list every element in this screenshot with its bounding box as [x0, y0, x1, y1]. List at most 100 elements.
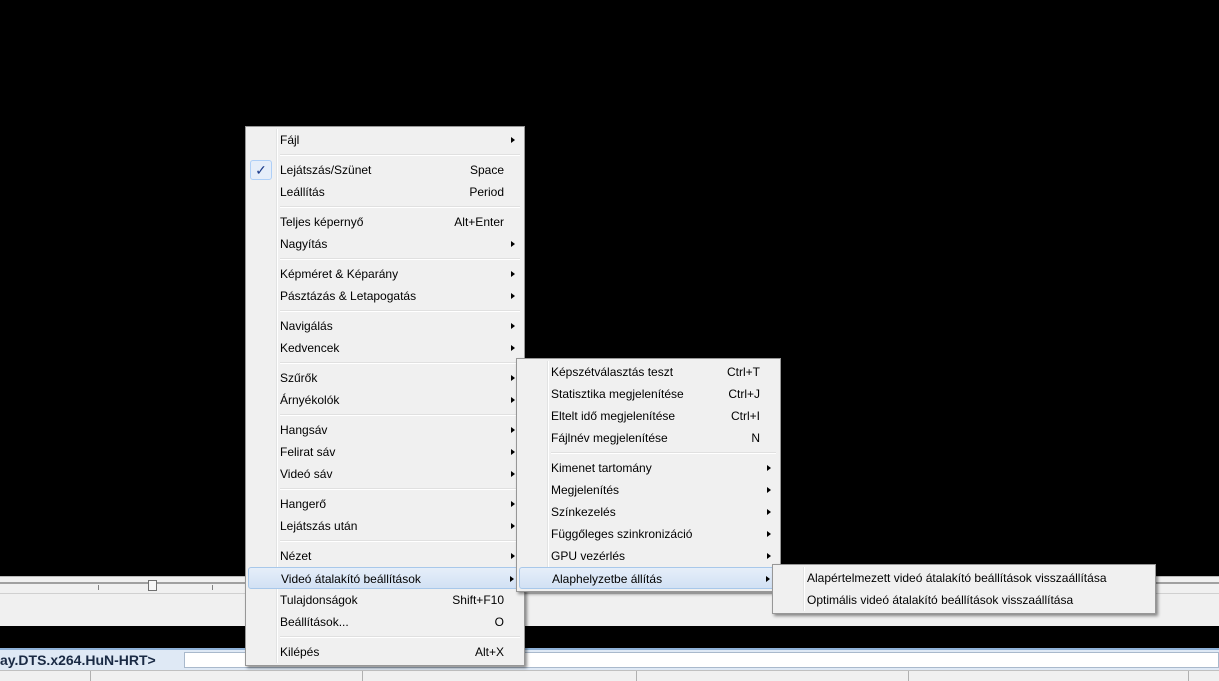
submenu-arrow-icon [511, 271, 515, 277]
menu-item-video-track[interactable]: Videó sáv [248, 463, 522, 485]
menu-item-label: Nézet [280, 549, 312, 563]
black-strip [0, 626, 1219, 648]
menu-item-favorites[interactable]: Kedvencek [248, 337, 522, 359]
menu-item-label: Árnyékolók [280, 393, 340, 407]
check-icon: ✓ [250, 160, 272, 180]
menu-item-filters[interactable]: Szűrők [248, 367, 522, 389]
submenu-arrow-icon [511, 397, 515, 403]
menu-item-label: Szűrők [280, 371, 318, 385]
menu-separator [248, 359, 522, 367]
submenu-arrow-icon [511, 553, 515, 559]
submenu-arrow-icon [767, 487, 771, 493]
menu-item-label: Teljes képernyő [280, 215, 364, 229]
menu-item-shaders[interactable]: Árnyékolók [248, 389, 522, 411]
menu-separator [248, 203, 522, 211]
menu-item-label: Videó átalakító beállítások [281, 572, 421, 586]
seek-tick [98, 585, 99, 590]
main-context-menu: Fájl ✓ Lejátszás/Szünet Space Leállítás Per… [245, 126, 525, 666]
menu-item-shortcut: Space [469, 163, 504, 177]
menu-item-audio[interactable]: Hangsáv [248, 419, 522, 441]
menu-item-label: Pásztázás & Letapogatás [280, 289, 417, 303]
submenu-arrow-icon [511, 241, 515, 247]
menu-item-tearing-test[interactable]: Képszétválasztás teszt Ctrl+T [519, 361, 778, 383]
menu-item-label: Kedvencek [280, 341, 340, 355]
seek-tick [212, 585, 213, 590]
menu-item-reset[interactable]: Alaphelyzetbe állítás [519, 567, 778, 589]
menu-separator [519, 449, 778, 457]
menu-separator [248, 307, 522, 315]
menu-item-label: Fájlnév megjelenítése [551, 431, 668, 445]
menu-item-label: Eltelt idő megjelenítése [551, 409, 676, 423]
submenu-arrow-icon [766, 576, 770, 582]
menu-item-vsync[interactable]: Függőleges szinkronizáció [519, 523, 778, 545]
menu-item-shortcut: N [751, 431, 760, 445]
menu-separator [248, 151, 522, 159]
submenu-arrow-icon [511, 375, 515, 381]
menu-item-show-stats[interactable]: Statisztika megjelenítése Ctrl+J [519, 383, 778, 405]
renderer-settings-submenu: Képszétválasztás teszt Ctrl+T Statisztika… [516, 358, 781, 592]
menu-item-reset-default[interactable]: Alapértelmezett videó átalakító beállítá… [775, 567, 1153, 589]
menu-item-navigate[interactable]: Navigálás [248, 315, 522, 337]
menu-item-show-elapsed[interactable]: Eltelt idő megjelenítése Ctrl+I [519, 405, 778, 427]
menu-item-subtitles[interactable]: Felirat sáv [248, 441, 522, 463]
menu-item-properties[interactable]: Tulajdonságok Shift+F10 [248, 589, 522, 611]
menu-item-label: Színkezelés [551, 505, 616, 519]
menu-item-label: Nagyítás [280, 237, 328, 251]
menu-item-label: Kilépés [280, 645, 320, 659]
reset-submenu: Alapértelmezett videó átalakító beállítá… [772, 564, 1156, 614]
submenu-arrow-icon [511, 137, 515, 143]
menu-item-exit[interactable]: Kilépés Alt+X [248, 641, 522, 663]
menu-item-shortcut: Alt+Enter [454, 215, 504, 229]
menu-item-shortcut: Ctrl+I [730, 409, 760, 423]
menu-item-output-range[interactable]: Kimenet tartomány [519, 457, 778, 479]
menu-item-label: Megjelenítés [551, 483, 620, 497]
submenu-arrow-icon [511, 471, 515, 477]
menu-item-volume[interactable]: Hangerő [248, 493, 522, 515]
menu-item-label: Fájl [280, 133, 300, 147]
menu-item-label: Alapértelmezett videó átalakító beállítá… [807, 571, 1107, 585]
menu-item-label: Alaphelyzetbe állítás [552, 572, 663, 586]
menu-item-fullscreen[interactable]: Teljes képernyő Alt+Enter [248, 211, 522, 233]
submenu-arrow-icon [511, 345, 515, 351]
menu-item-file[interactable]: Fájl [248, 129, 522, 151]
submenu-arrow-icon [767, 553, 771, 559]
menu-item-renderer-settings[interactable]: Videó átalakító beállítások [248, 567, 522, 589]
menu-item-label: Lejátszás/Szünet [280, 163, 372, 177]
menu-item-label: Leállítás [280, 185, 325, 199]
menu-item-pan-scan[interactable]: Pásztázás & Letapogatás [248, 285, 522, 307]
menu-item-label: Képszétválasztás teszt [551, 365, 674, 379]
submenu-arrow-icon [511, 501, 515, 507]
menu-item-play-pause[interactable]: ✓ Lejátszás/Szünet Space [248, 159, 522, 181]
submenu-arrow-icon [767, 531, 771, 537]
info-title: ay.DTS.x264.HuN-HRT> [0, 652, 156, 668]
submenu-arrow-icon [511, 293, 515, 299]
submenu-arrow-icon [511, 523, 515, 529]
menu-item-label: Beállítások... [280, 615, 349, 629]
menu-item-color-management[interactable]: Színkezelés [519, 501, 778, 523]
menu-item-show-filename[interactable]: Fájlnév megjelenítése N [519, 427, 778, 449]
submenu-arrow-icon [511, 449, 515, 455]
menu-item-after-playback[interactable]: Lejátszás után [248, 515, 522, 537]
submenu-arrow-icon [511, 323, 515, 329]
submenu-arrow-icon [767, 509, 771, 515]
menu-separator [248, 537, 522, 545]
submenu-arrow-icon [767, 465, 771, 471]
menu-item-view[interactable]: Nézet [248, 545, 522, 567]
menu-item-gpu-control[interactable]: GPU vezérlés [519, 545, 778, 567]
menu-item-reset-optimal[interactable]: Optimális videó átalakító beállítások vi… [775, 589, 1153, 611]
info-bar: ay.DTS.x264.HuN-HRT> [0, 648, 1219, 670]
menu-item-label: Tulajdonságok [280, 593, 358, 607]
menu-item-options[interactable]: Beállítások... O [248, 611, 522, 633]
menu-item-zoom[interactable]: Nagyítás [248, 233, 522, 255]
menu-item-shortcut: Shift+F10 [452, 593, 504, 607]
menu-item-label: Statisztika megjelenítése [551, 387, 684, 401]
menu-item-label: Lejátszás után [280, 519, 358, 533]
menu-item-shortcut: Alt+X [474, 645, 504, 659]
menu-separator [248, 633, 522, 641]
menu-separator [248, 411, 522, 419]
menu-item-presentation[interactable]: Megjelenítés [519, 479, 778, 501]
seek-thumb[interactable] [148, 580, 157, 591]
menu-item-label: Felirat sáv [280, 445, 336, 459]
menu-item-video-frame[interactable]: Képméret & Képarány [248, 263, 522, 285]
menu-item-stop[interactable]: Leállítás Period [248, 181, 522, 203]
